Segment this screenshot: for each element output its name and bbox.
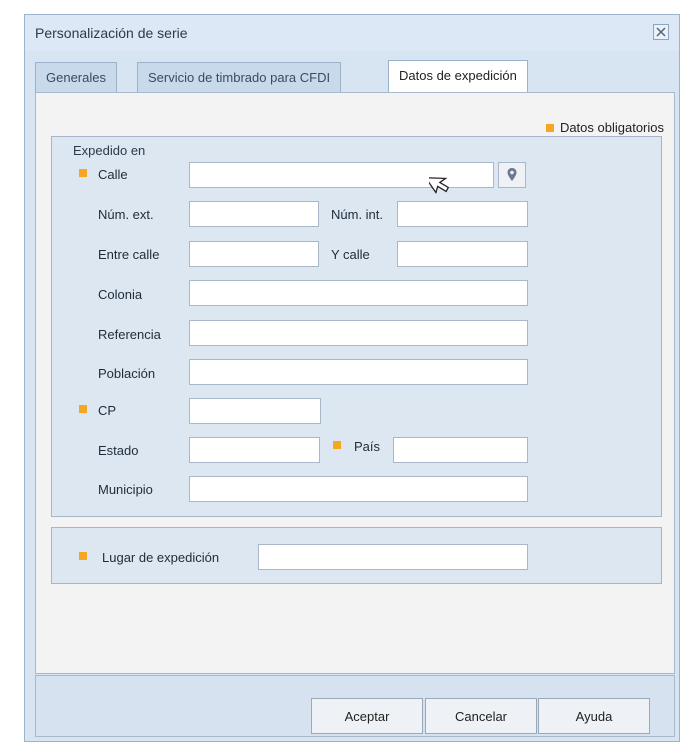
colonia-label: Colonia <box>98 287 143 302</box>
pais-field[interactable] <box>393 437 528 463</box>
close-button[interactable] <box>653 24 669 40</box>
num-ext-label: Núm. ext. <box>98 207 154 222</box>
cp-field[interactable] <box>189 398 321 424</box>
window-title: Personalización de serie <box>35 25 188 41</box>
entre-calle-label: Entre calle <box>98 247 160 262</box>
tab-panel: Datos obligatorios Expedido en Calle Núm… <box>35 92 675 674</box>
expedido-en-group: Expedido en Calle Núm. ext. Núm. int. En… <box>51 136 662 517</box>
tab-generales[interactable]: Generales <box>35 62 117 93</box>
title-bar: Personalización de serie <box>25 15 679 51</box>
num-int-field[interactable] <box>397 201 528 227</box>
map-pin-icon <box>507 168 517 181</box>
poblacion-label: Población <box>98 366 156 381</box>
entre-calle-field[interactable] <box>189 241 319 267</box>
lugar-expedicion-label: Lugar de expedición <box>102 550 220 565</box>
close-icon <box>656 27 666 37</box>
lugar-expedicion-field[interactable] <box>258 544 528 570</box>
municipio-field[interactable] <box>189 476 528 502</box>
num-ext-field[interactable] <box>189 201 319 227</box>
dialog-window: Personalización de serie Generales Servi… <box>24 14 680 742</box>
estado-label: Estado <box>98 443 139 458</box>
pais-label: País <box>354 439 381 454</box>
municipio-label: Municipio <box>98 482 153 497</box>
cancelar-button[interactable]: Cancelar <box>425 698 537 734</box>
referencia-field[interactable] <box>189 320 528 346</box>
num-int-label: Núm. int. <box>331 207 384 222</box>
required-marker-icon <box>545 124 554 132</box>
required-marker-icon <box>333 441 341 449</box>
y-calle-label: Y calle <box>331 247 370 262</box>
tab-datos-expedicion[interactable]: Datos de expedición <box>388 60 528 93</box>
required-marker-icon <box>79 169 87 177</box>
cp-label: CP <box>98 403 117 418</box>
group-title: Expedido en <box>73 143 146 158</box>
required-legend: Datos obligatorios <box>545 120 664 135</box>
estado-field[interactable] <box>189 437 320 463</box>
y-calle-field[interactable] <box>397 241 528 267</box>
calle-label: Calle <box>98 167 128 182</box>
required-marker-icon <box>79 552 87 560</box>
mouse-cursor-icon <box>429 177 450 194</box>
tab-servicio-timbrado[interactable]: Servicio de timbrado para CFDI <box>137 62 342 93</box>
aceptar-button[interactable]: Aceptar <box>311 698 423 734</box>
required-marker-icon <box>79 405 87 413</box>
poblacion-field[interactable] <box>189 359 528 385</box>
lugar-expedicion-group: Lugar de expedición <box>51 527 662 584</box>
map-pin-button[interactable] <box>498 162 526 188</box>
ayuda-button[interactable]: Ayuda <box>538 698 650 734</box>
referencia-label: Referencia <box>98 327 161 342</box>
required-legend-label: Datos obligatorios <box>559 120 664 135</box>
colonia-field[interactable] <box>189 280 528 306</box>
